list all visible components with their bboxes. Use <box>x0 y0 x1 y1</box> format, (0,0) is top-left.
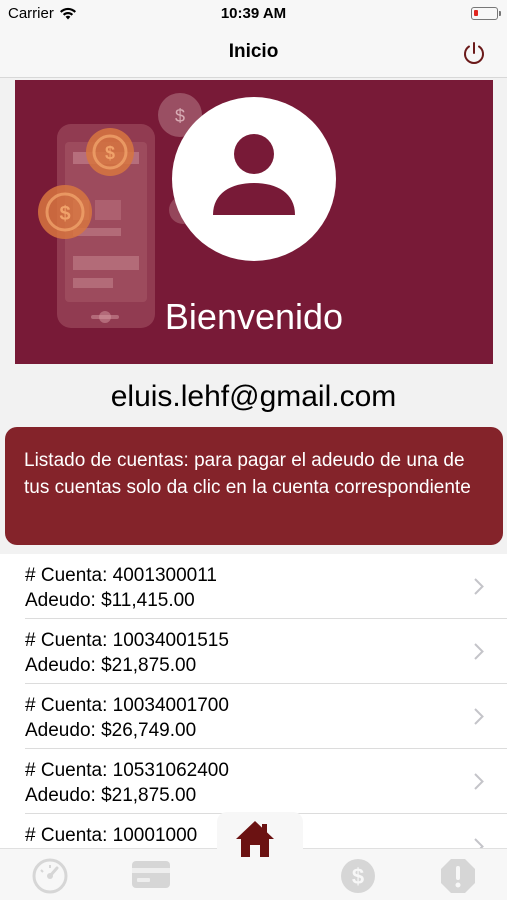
nav-bar: Inicio <box>0 28 507 78</box>
welcome-banner: $ $ $ Bienvenido <box>15 80 493 364</box>
account-row[interactable]: # Cuenta: 10034001700 Adeudo: $26,749.00 <box>25 684 507 749</box>
account-number: # Cuenta: 10531062400 <box>25 760 229 781</box>
welcome-text: Bienvenido <box>164 296 344 337</box>
avatar <box>172 97 336 261</box>
chevron-right-icon <box>474 578 484 595</box>
account-number: # Cuenta: 4001300011 <box>25 565 217 586</box>
power-icon[interactable] <box>461 40 487 66</box>
chevron-right-icon <box>474 643 484 660</box>
account-debt: Adeudo: $11,415.00 <box>25 590 195 611</box>
account-number: # Cuenta: 10001000 <box>25 825 198 846</box>
account-number: # Cuenta: 10034001700 <box>25 695 229 716</box>
alert-icon[interactable] <box>439 857 477 895</box>
account-row[interactable]: # Cuenta: 10034001515 Adeudo: $21,875.00 <box>25 619 507 684</box>
card-icon[interactable] <box>130 857 172 891</box>
user-icon <box>213 134 295 215</box>
account-row[interactable]: # Cuenta: 10531062400 Adeudo: $21,875.00 <box>25 749 507 814</box>
page-title: Inicio <box>228 41 279 62</box>
accounts-notice: Listado de cuentas: para pagar el adeudo… <box>5 427 503 545</box>
account-debt: Adeudo: $21,875.00 <box>25 785 197 806</box>
status-time: 10:39 AM <box>220 5 287 22</box>
account-debt: Adeudo: $21,875.00 <box>25 655 197 676</box>
dollar-icon[interactable]: $ <box>339 857 377 895</box>
account-debt: Adeudo: $26,749.00 <box>25 720 197 741</box>
account-row[interactable]: # Cuenta: 4001300011 Adeudo: $11,415.00 <box>25 554 507 619</box>
svg-text:$: $ <box>352 864 364 889</box>
svg-text:$: $ <box>105 143 115 163</box>
svg-text:$: $ <box>59 203 70 225</box>
account-number: # Cuenta: 10034001515 <box>25 630 229 651</box>
gauge-icon[interactable] <box>31 857 69 895</box>
battery-icon <box>471 7 501 20</box>
chevron-right-icon <box>474 708 484 725</box>
chevron-right-icon <box>474 773 484 790</box>
user-email: eluis.lehf@gmail.com <box>110 380 397 413</box>
home-icon[interactable] <box>234 818 276 860</box>
status-bar: Carrier 10:39 AM <box>0 0 507 28</box>
